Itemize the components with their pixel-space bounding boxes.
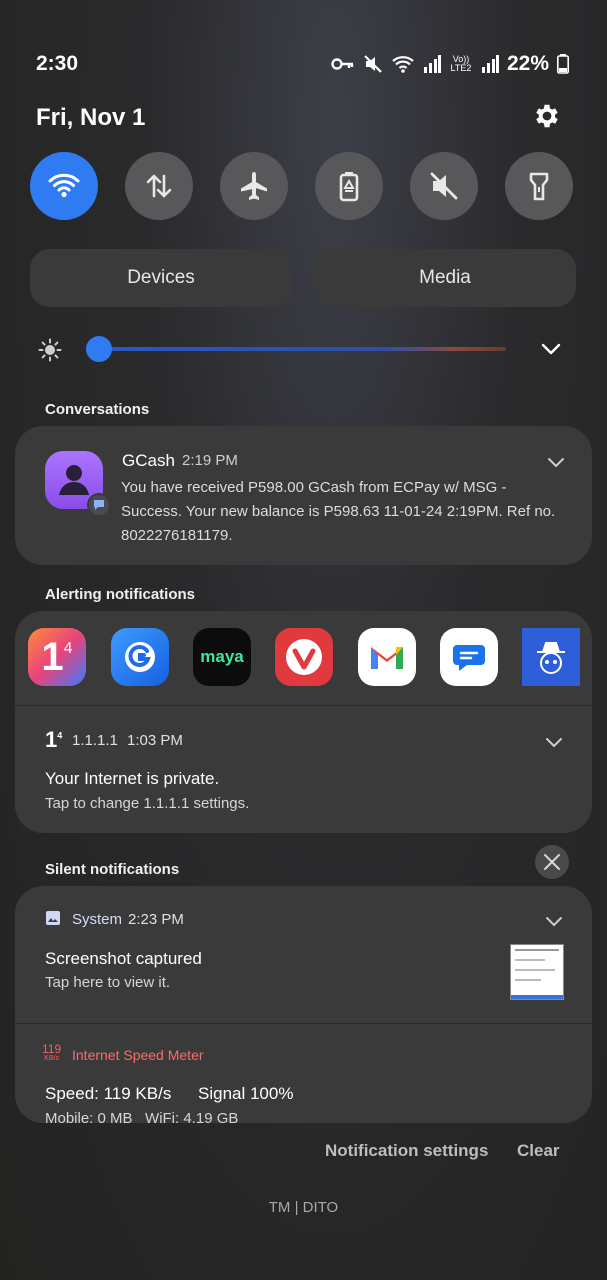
gcash-message: You have received P598.00 GCash from ECP… xyxy=(121,479,556,544)
silent-divider xyxy=(15,1023,592,1024)
clear-button[interactable]: Clear xyxy=(517,1141,560,1161)
status-time: 2:30 xyxy=(36,52,79,75)
incognito-blocker-app-icon[interactable] xyxy=(522,628,580,686)
battery-icon xyxy=(557,54,569,74)
flashlight-icon xyxy=(529,172,549,201)
gmail-app-icon[interactable] xyxy=(358,628,416,686)
screenshot-thumbnail[interactable] xyxy=(510,944,564,1000)
data-arrows-icon xyxy=(146,174,172,198)
power-saving-toggle[interactable] xyxy=(315,152,383,220)
gcash-app-icon[interactable] xyxy=(111,628,169,686)
settings-gear-icon[interactable] xyxy=(532,101,562,131)
alerting-divider xyxy=(15,705,592,706)
devices-button[interactable]: Devices xyxy=(30,249,292,307)
signal-icon-2 xyxy=(481,55,499,73)
dismiss-silent-button[interactable] xyxy=(535,845,569,879)
media-button[interactable]: Media xyxy=(314,249,576,307)
system-expand-chevron-icon[interactable] xyxy=(545,912,563,930)
speed-meter-icon: 119 KB/s xyxy=(42,1042,62,1062)
gcash-expand-chevron-icon[interactable] xyxy=(547,453,565,471)
messages-app-icon[interactable] xyxy=(440,628,498,686)
mobile-data-toggle[interactable] xyxy=(125,152,193,220)
flashlight-toggle[interactable] xyxy=(505,152,573,220)
mute-icon xyxy=(430,172,458,200)
close-icon xyxy=(544,854,560,870)
mute-status-icon xyxy=(364,55,382,73)
maya-logo-text: maya xyxy=(200,647,244,666)
speed-meter-app-name: Internet Speed Meter xyxy=(72,1047,204,1063)
gcash-time: 2:19 PM xyxy=(182,452,238,469)
system-app-name: System xyxy=(72,911,123,928)
signal-icon xyxy=(423,55,441,73)
status-icons: Vo)) LTE2 22% xyxy=(331,52,569,76)
1111-time: 1:03 PM xyxy=(127,732,183,749)
usage-line: Mobile: 0 MB WiFi: 4.19 GB xyxy=(45,1110,239,1123)
airplane-mode-toggle[interactable] xyxy=(220,152,288,220)
screenshot-subtitle[interactable]: Tap here to view it. xyxy=(45,974,170,991)
system-time: 2:23 PM xyxy=(128,911,184,928)
1111-expand-chevron-icon[interactable] xyxy=(545,733,563,751)
usage-line-clip: Mobile: 0 MB WiFi: 4.19 GB xyxy=(45,1110,585,1123)
1111-title[interactable]: Your Internet is private. xyxy=(45,769,219,789)
message-badge-icon xyxy=(87,493,111,517)
network-type: Vo)) LTE2 xyxy=(450,54,472,73)
conversations-label: Conversations xyxy=(45,401,150,418)
maya-app-icon[interactable]: maya xyxy=(193,628,251,686)
screenshot-title[interactable]: Screenshot captured xyxy=(45,949,202,969)
wifi-status-icon xyxy=(392,56,414,73)
1111-app-name: 1.1.1.1 xyxy=(72,732,118,749)
brightness-slider-track[interactable] xyxy=(98,347,506,351)
vivaldi-app-icon[interactable] xyxy=(275,628,333,686)
signal-line: Signal 100% xyxy=(198,1084,294,1103)
cloudflare-1111-icon[interactable]: 14 xyxy=(28,628,86,686)
battery-recycle-icon xyxy=(339,172,359,202)
speed-line: Speed: 119 KB/s xyxy=(45,1084,172,1103)
carrier-label: TM | DITO xyxy=(268,1199,339,1216)
wifi-icon xyxy=(48,173,80,198)
date-label: Fri, Nov 1 xyxy=(36,104,146,131)
brightness-icon xyxy=(38,338,62,362)
notification-settings-button[interactable]: Notification settings xyxy=(325,1141,488,1161)
airplane-icon xyxy=(241,172,267,200)
brightness-slider-thumb[interactable] xyxy=(86,336,112,362)
vpn-key-icon xyxy=(331,58,354,70)
1111-subtitle[interactable]: Tap to change 1.1.1.1 settings. xyxy=(45,795,249,812)
expand-chevron-icon[interactable] xyxy=(540,338,562,360)
1111-small-icon: 14 xyxy=(45,727,63,752)
wifi-toggle[interactable] xyxy=(30,152,98,220)
image-icon xyxy=(46,911,60,925)
battery-percent: 22% xyxy=(506,52,549,75)
silent-label: Silent notifications xyxy=(45,861,180,878)
alerting-label: Alerting notifications xyxy=(45,586,195,603)
mute-toggle[interactable] xyxy=(410,152,478,220)
gcash-app-name: GCash xyxy=(122,451,175,470)
